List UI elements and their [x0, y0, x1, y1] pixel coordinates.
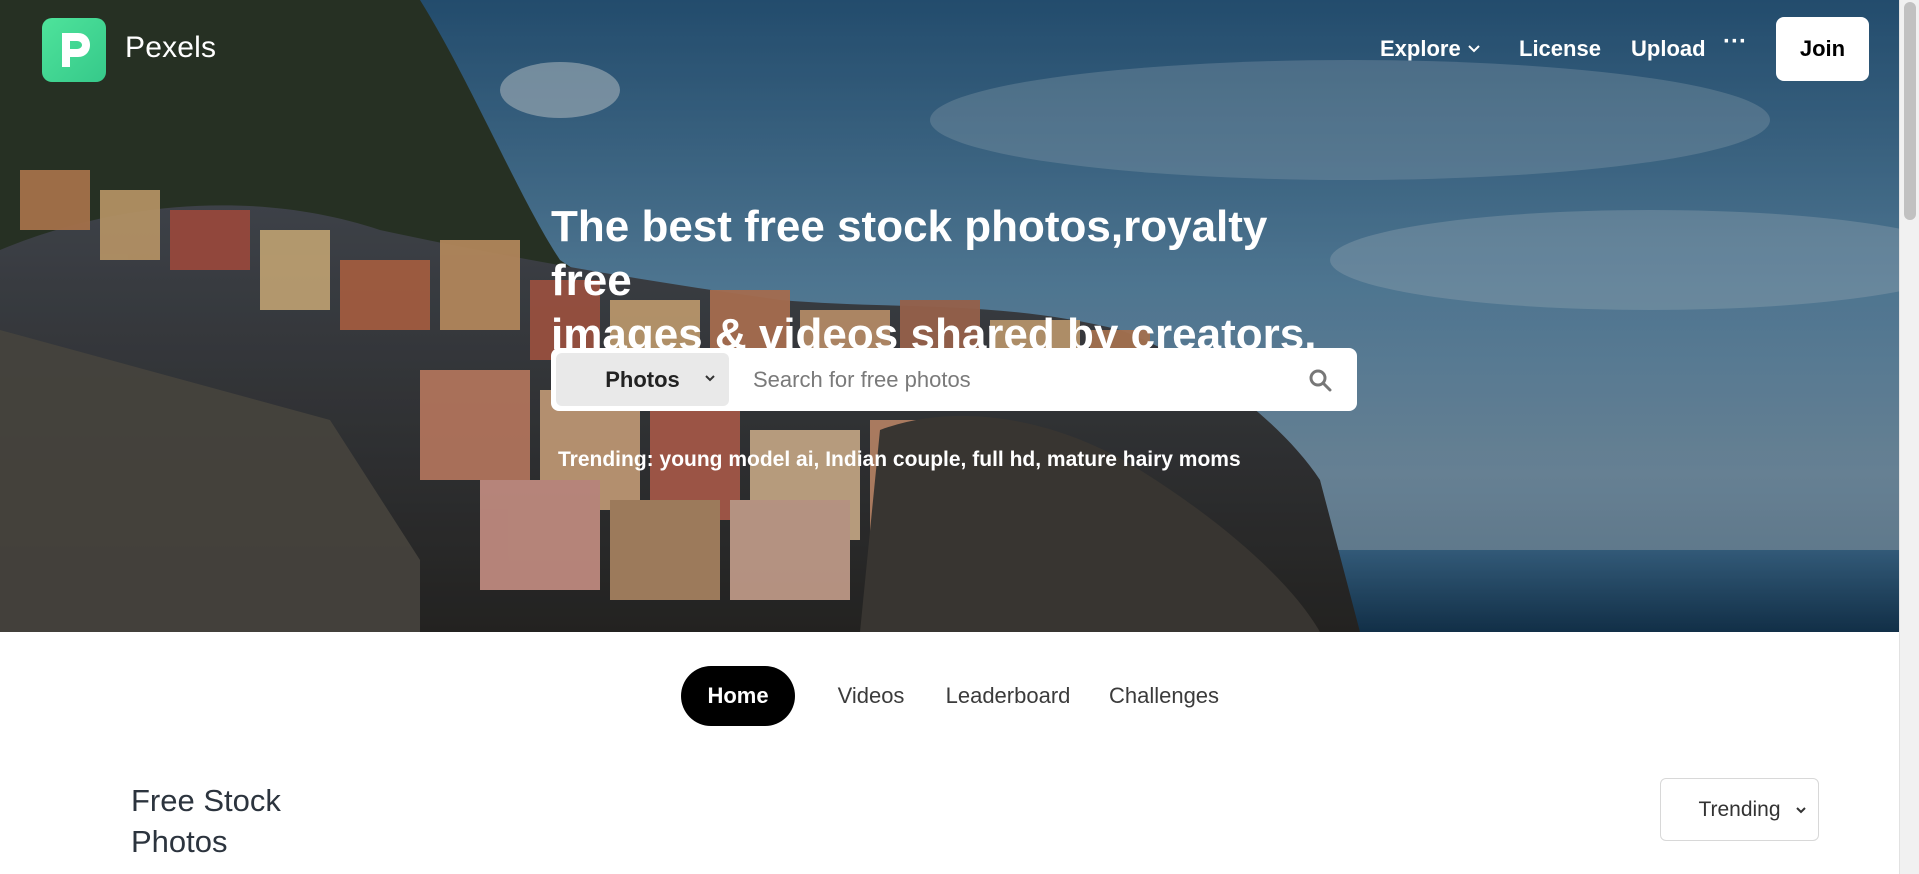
trending-searches: Trending: young model ai, Indian couple,… — [558, 448, 1241, 472]
content-tabs: Home Videos Leaderboard Challenges — [0, 664, 1899, 726]
tab-challenges[interactable]: Challenges — [1109, 666, 1219, 726]
trending-item[interactable]: full hd, — [972, 448, 1041, 471]
chevron-down-icon — [705, 375, 715, 382]
search-input[interactable] — [741, 353, 1301, 406]
tab-leaderboard[interactable]: Leaderboard — [946, 666, 1071, 726]
scrollbar-thumb[interactable] — [1904, 2, 1916, 220]
license-link[interactable]: License — [1519, 36, 1601, 62]
explore-menu[interactable]: Explore — [1380, 36, 1481, 62]
trending-item[interactable]: mature hairy moms — [1047, 448, 1241, 471]
section-title-line-2: Photos — [131, 824, 228, 859]
pexels-logo-icon[interactable] — [42, 18, 106, 82]
trending-item[interactable]: young model ai, — [660, 448, 820, 471]
top-navigation: Pexels Explore License Upload ··· Join — [0, 0, 1899, 100]
chevron-down-icon — [1467, 45, 1480, 53]
join-button[interactable]: Join — [1776, 17, 1869, 81]
section-title-line-1: Free Stock — [131, 783, 281, 818]
explore-label: Explore — [1380, 36, 1461, 61]
tab-videos[interactable]: Videos — [838, 666, 905, 726]
chevron-down-icon — [1796, 807, 1806, 814]
trending-label: Trending: — [558, 448, 654, 471]
sort-select[interactable]: Trending — [1660, 778, 1819, 841]
trending-item[interactable]: Indian couple, — [825, 448, 966, 471]
page: Pexels Explore License Upload ··· Join T… — [0, 0, 1919, 874]
page-scrollbar[interactable] — [1899, 0, 1919, 874]
logo-letter-icon — [62, 33, 90, 67]
search-type-label: Photos — [605, 366, 680, 392]
sort-label: Trending — [1698, 797, 1781, 821]
more-dots-icon[interactable]: ··· — [1721, 30, 1749, 61]
upload-link[interactable]: Upload — [1631, 36, 1706, 62]
tab-home[interactable]: Home — [681, 666, 795, 726]
hero-headline: The best free stock photos,royalty free … — [551, 200, 1351, 362]
brand-name[interactable]: Pexels — [125, 31, 216, 65]
search-bar: Photos — [551, 348, 1357, 411]
search-icon[interactable] — [1307, 367, 1333, 393]
search-type-select[interactable]: Photos — [556, 353, 729, 406]
headline-line-1: The best free stock photos,royalty free — [551, 202, 1268, 305]
section-title: Free Stock Photos — [131, 780, 331, 862]
